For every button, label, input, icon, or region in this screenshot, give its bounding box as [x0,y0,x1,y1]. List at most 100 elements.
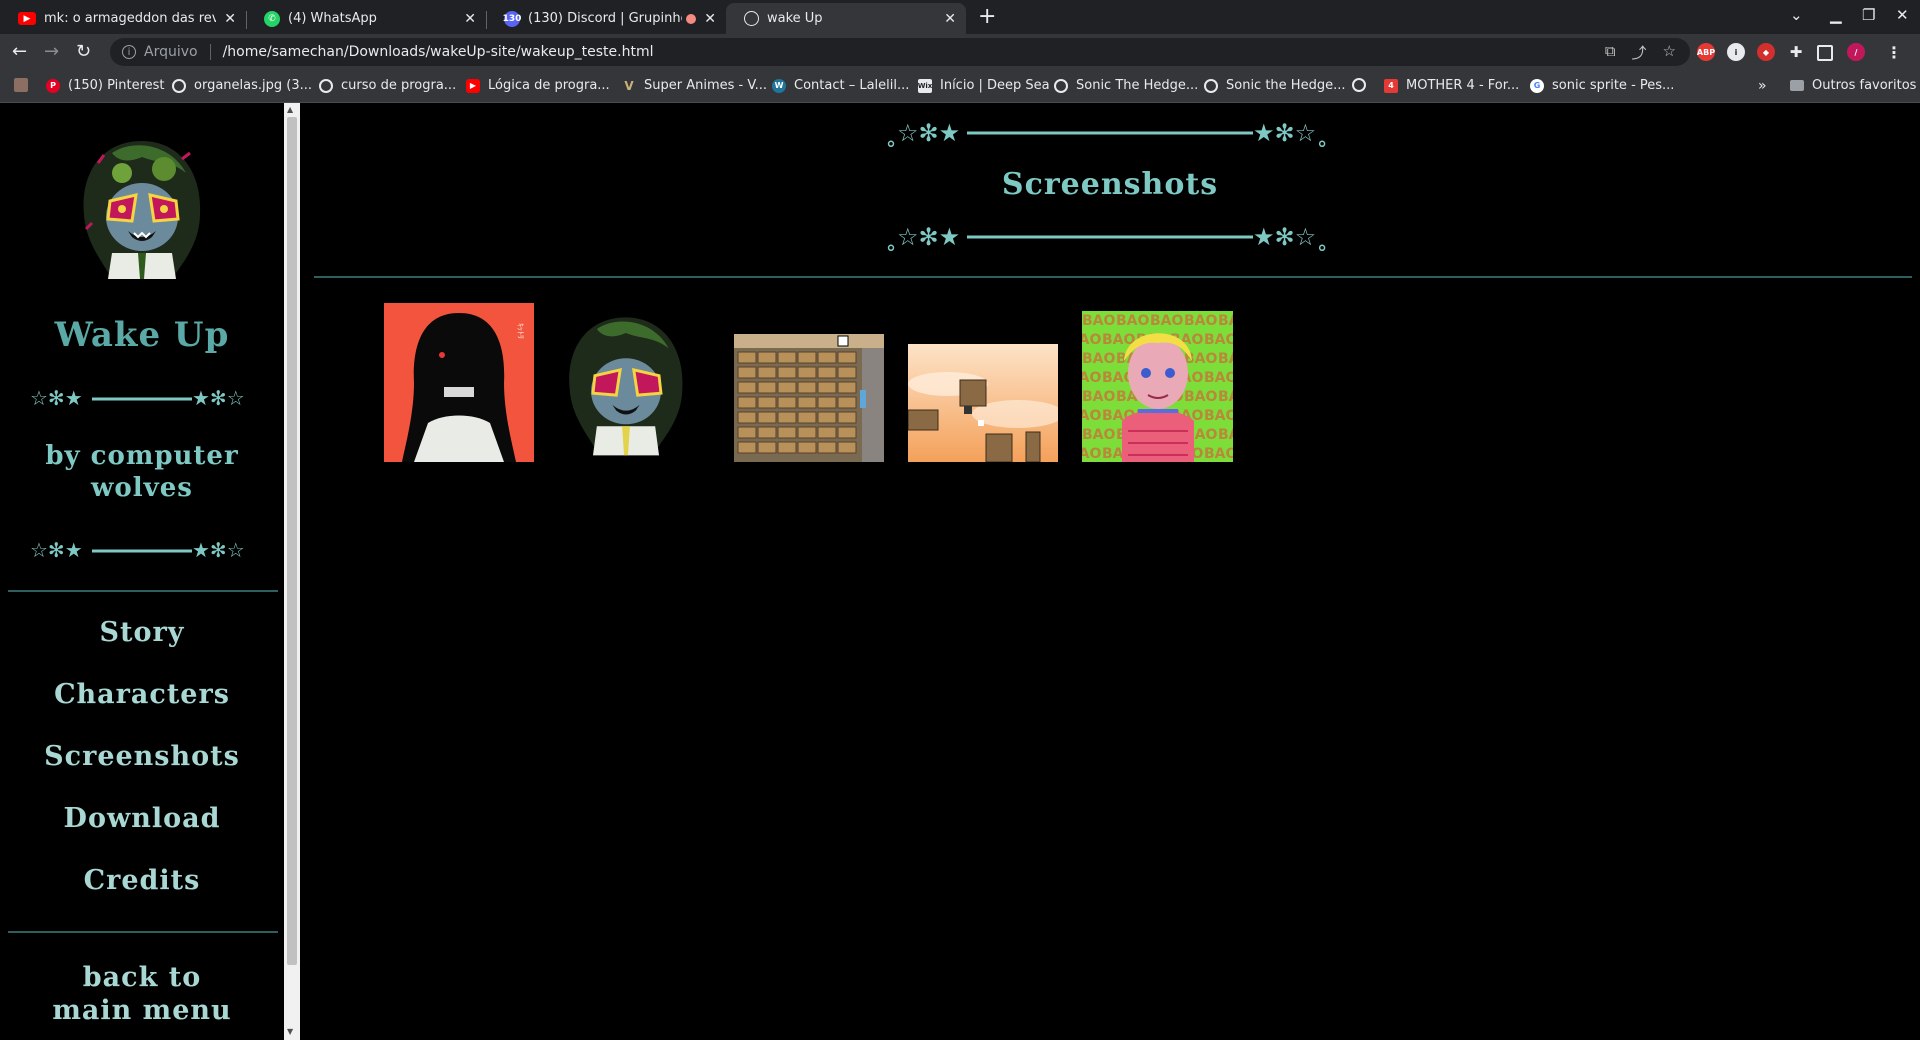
tab-search-icon[interactable]: ⌄ [1790,6,1803,24]
svg-text:BAO: BAO [1218,313,1233,329]
nav-link-download[interactable]: Download [0,803,284,834]
page-title: Screenshots [1001,167,1219,202]
svg-text:ｷｯﾄﾘ: ｷｯﾄﾘ [516,323,525,339]
other-bookmarks[interactable]: Outros favoritos [1790,78,1916,93]
page-viewport: Wake Up ☆✻★ ★✻☆ by computer wolves ☆✻★ ★… [0,103,1920,1040]
star-divider: ˳☆✻★ ★✻☆˳ [885,223,1328,251]
svg-text:BAO: BAO [1082,351,1116,367]
close-icon[interactable]: ✕ [704,11,716,27]
wix-icon: Wix [918,78,932,93]
svg-text:˳☆✻★: ˳☆✻★ [885,119,960,147]
svg-text:BAO: BAO [1082,313,1116,329]
bookmark-item[interactable]: Sonic The Hedge... [1054,78,1198,93]
tab-discord[interactable]: 130 (130) Discord | Grupinho A ✕ [486,3,726,34]
bookmark-item[interactable]: Wix Início | Deep Sea [918,78,1050,93]
bookmark-item[interactable]: V Super Animes - V... [622,78,767,93]
byline: by computer wolves [0,440,284,504]
side-panel-icon[interactable] [1817,45,1833,61]
sidebar-divider [8,590,278,592]
byline-line: by computer [45,441,239,471]
svg-text:★✻☆: ★✻☆ [192,538,245,562]
bookmark-item[interactable]: Gsonic sprite - Pes... [1530,78,1674,93]
tab-strip: ▶ mk: o armageddon das review ✕ ✆ (4) Wh… [0,0,1920,34]
globe-icon [1352,78,1366,92]
whatsapp-icon: ✆ [264,10,280,27]
bookmark-item[interactable]: organelas.jpg (3... [172,78,312,93]
svg-text:☆✻★: ☆✻★ [30,538,83,562]
svg-text:BAO: BAO [1082,389,1116,405]
svg-text:BAO: BAO [1218,351,1233,367]
extension-i-icon[interactable]: i [1727,43,1745,61]
svg-text:BAO: BAO [1082,370,1102,386]
reload-icon[interactable]: ↻ [76,41,91,62]
tab-title: mk: o armageddon das review [44,11,217,26]
bookmark-item[interactable]: W Contact – Lalelil... [772,78,909,93]
info-icon[interactable]: i [122,45,136,59]
sidebar-scrollbar[interactable]: ▲ ▼ [284,103,300,1040]
screenshot-thumbnail[interactable] [908,344,1058,462]
translate-icon[interactable]: ⧉ [1605,42,1616,63]
forward-arrow-icon[interactable]: → [44,41,59,62]
tab-title: (4) WhatsApp [288,11,377,26]
nav-link-screenshots[interactable]: Screenshots [0,741,284,772]
svg-text:BAO: BAO [1082,332,1102,348]
extension-red-icon[interactable]: ◆ [1757,43,1775,61]
close-icon[interactable]: ✕ [464,11,476,27]
bookmarks-bar: P (150) Pinterest organelas.jpg (3... cur… [0,70,1920,103]
browser-toolbar: ← → ↻ i Arquivo /home/samechan/Downloads… [0,34,1920,70]
minimize-icon[interactable]: ▁ [1830,6,1842,24]
nav-link-characters[interactable]: Characters [0,679,284,710]
profile-avatar[interactable]: ∕ [1847,43,1865,61]
content-divider [314,276,1912,278]
svg-text:BAO: BAO [1204,332,1233,348]
sidebar-divider [8,931,278,933]
tab-wake-up[interactable]: wake Up ✕ [726,3,966,34]
scrollbar-thumb[interactable] [287,117,297,965]
back-to-main-menu-link[interactable]: back to main menu [0,961,284,1027]
svg-text:BAO: BAO [1082,446,1102,462]
bookmark-item[interactable]: ▶ Lógica de progra... [466,78,610,93]
svg-text:★✻☆: ★✻☆ [192,386,245,410]
restore-icon[interactable]: ❐ [1862,6,1875,24]
address-bar[interactable]: i Arquivo /home/samechan/Downloads/wakeU… [110,38,1690,66]
star-divider: ☆✻★ ★✻☆ [30,538,245,562]
scroll-up-icon[interactable]: ▲ [287,105,293,114]
svg-text:BAO: BAO [1150,313,1184,329]
bookmark-item[interactable] [1352,78,1374,92]
bookmark-item[interactable]: P (150) Pinterest [46,78,165,93]
star-divider: ˳☆✻★ ★✻☆˳ [885,119,1328,147]
back-arrow-icon[interactable]: ← [12,41,27,62]
menu-kebab-icon[interactable]: ⋮ [1885,43,1903,62]
tab-whatsapp[interactable]: ✆ (4) WhatsApp ✕ [246,3,486,34]
window-close-icon[interactable]: ✕ [1896,6,1909,24]
svg-text:BAO: BAO [1204,370,1233,386]
bookmark-item[interactable]: 4 MOTHER 4 - For... [1384,78,1519,93]
screenshot-thumbnail[interactable]: ｷｯﾄﾘ [384,303,534,462]
bookmark-item[interactable]: curso de progra... [319,78,456,93]
close-icon[interactable]: ✕ [224,11,236,27]
nav-link-credits[interactable]: Credits [0,865,284,896]
google-icon: G [1530,78,1544,93]
globe-icon [1054,78,1068,93]
nav-link-story[interactable]: Story [0,617,284,648]
share-icon[interactable]: ⤴ [1632,42,1647,63]
screenshot-thumbnail[interactable]: BAO BAO BAO BAO B AO BAO BAO BAOBAO BAO B AO BAO BAOB… [1082,311,1233,462]
bookmark-item[interactable] [14,78,36,92]
bookmarks-overflow-icon[interactable]: » [1758,78,1767,94]
bookmark-item[interactable]: Sonic the Hedge... [1204,78,1345,93]
adblock-icon[interactable]: ABP [1697,43,1715,61]
puzzle-icon[interactable]: ✚ [1787,43,1805,61]
new-tab-button[interactable]: + [978,4,996,29]
screenshot-thumbnail[interactable] [734,334,884,462]
screenshot-thumbnail[interactable] [558,303,694,462]
scroll-down-icon[interactable]: ▼ [287,1027,293,1036]
bookmark-star-icon[interactable]: ☆ [1663,42,1676,63]
tab-title: (130) Discord | Grupinho A [528,11,682,26]
close-icon[interactable]: ✕ [944,11,956,27]
globe-icon [744,11,759,26]
svg-text:BAO: BAO [1116,313,1150,329]
url-text[interactable]: /home/samechan/Downloads/wakeUp-site/wak… [223,44,654,60]
svg-text:BAO: BAO [1184,389,1218,405]
tab-youtube[interactable]: ▶ mk: o armageddon das review ✕ [0,3,246,34]
recording-indicator-icon [686,13,697,24]
